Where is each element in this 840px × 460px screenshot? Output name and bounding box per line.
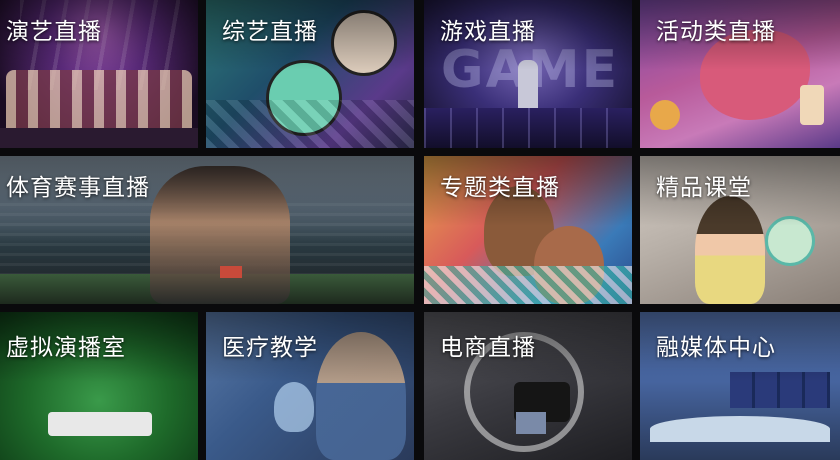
tile-label: 体育赛事直播 xyxy=(6,175,150,201)
tile-label: 医疗教学 xyxy=(222,335,318,361)
scoreboard xyxy=(220,266,242,278)
tile-label: 演艺直播 xyxy=(6,19,102,45)
tile-label: 活动类直播 xyxy=(656,19,776,45)
studio-desk xyxy=(48,412,152,436)
tile-topic-live[interactable]: 专题类直播 xyxy=(424,156,632,304)
tile-sports-live[interactable]: 体育赛事直播 xyxy=(0,156,414,304)
event-drink xyxy=(800,85,824,125)
tile-game-live[interactable]: GAME 游戏直播 xyxy=(424,0,632,148)
event-fruit xyxy=(650,100,680,130)
tile-medical-teaching[interactable]: 医疗教学 xyxy=(206,312,414,460)
game-floor-grid xyxy=(424,108,632,148)
tile-label: 游戏直播 xyxy=(440,19,536,45)
tile-event-live[interactable]: 活动类直播 xyxy=(640,0,840,148)
tile-label: 精品课堂 xyxy=(656,175,752,201)
tile-label: 综艺直播 xyxy=(222,19,318,45)
flask xyxy=(274,382,314,432)
tile-media-center[interactable]: 融媒体中心 xyxy=(640,312,840,460)
topic-stripes xyxy=(424,266,632,304)
cartoon-shapes xyxy=(206,100,414,148)
performers-group xyxy=(6,70,192,135)
tile-label: 融媒体中心 xyxy=(656,335,776,361)
tile-label: 专题类直播 xyxy=(440,175,560,201)
tile-variety-live[interactable]: 综艺直播 xyxy=(206,0,414,148)
tile-label: 电商直播 xyxy=(440,335,536,361)
tile-performance-live[interactable]: 演艺直播 xyxy=(0,0,198,148)
live-category-grid: 演艺直播 综艺直播 GAME 游戏直播 活动类直播 体育赛事直播 xyxy=(0,0,840,460)
tile-course-live[interactable]: 精品课堂 xyxy=(640,156,840,304)
tile-ecommerce-live[interactable]: 电商直播 xyxy=(424,312,632,460)
control-desk xyxy=(650,416,830,442)
camera-screen xyxy=(516,412,546,434)
tile-virtual-studio[interactable]: 虚拟演播室 xyxy=(0,312,198,460)
tile-label: 虚拟演播室 xyxy=(6,335,126,361)
stage-floor xyxy=(0,128,198,148)
